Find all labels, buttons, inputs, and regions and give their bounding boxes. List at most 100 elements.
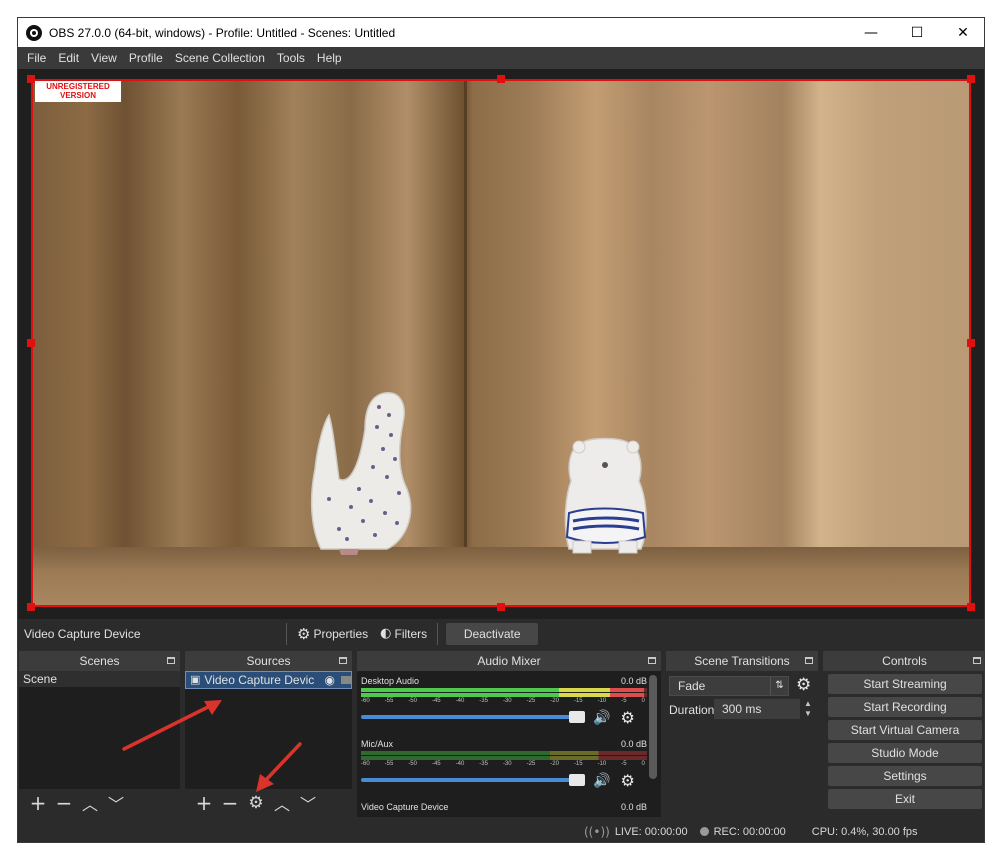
volume-slider-knob[interactable] [569,711,585,723]
undock-icon[interactable] [339,657,347,664]
controls-dock-title: Controls [823,651,984,671]
remove-scene-button[interactable]: − [51,791,77,815]
resize-handle-top[interactable] [497,75,505,83]
minimize-button[interactable]: — [848,18,894,47]
maximize-button[interactable]: ☐ [894,18,940,47]
gear-icon: ⚙ [297,624,311,643]
undock-icon[interactable] [973,657,981,664]
scene-item[interactable]: Scene [19,671,180,687]
transition-selected-value: Fade [678,679,706,693]
start-virtual-camera-button[interactable]: Start Virtual Camera [828,720,982,740]
settings-button[interactable]: Settings [828,766,982,786]
controls-body: Start Streaming Start Recording Start Vi… [823,671,984,817]
mixer-body: Desktop Audio 0.0 dB -60 -55 -50 -45 -40 -35-… [357,671,661,817]
add-scene-button[interactable]: + [25,791,51,815]
channel-name: Desktop Audio [361,676,420,686]
source-item[interactable]: ▣ Video Capture Devic ◉ [185,671,352,689]
volume-slider[interactable] [361,774,585,786]
controls-title: Controls [882,654,927,668]
tick-label: -55 [384,761,394,767]
eye-icon[interactable]: ◉ [325,672,335,688]
filters-icon: ◐ [380,626,392,641]
gear-icon[interactable]: ⚙ [620,771,634,790]
tick-label: -30 [502,698,512,704]
undock-icon[interactable] [167,657,175,664]
properties-label: Properties [313,626,369,641]
deactivate-button[interactable]: Deactivate [446,622,539,645]
transitions-dock-title: Scene Transitions [666,651,818,671]
start-recording-button[interactable]: Start Recording [828,697,982,717]
duration-input[interactable]: 300 ms [714,699,800,719]
menu-view[interactable]: View [85,47,123,69]
resize-handle-right[interactable] [967,339,975,347]
tick-label: -35 [479,698,488,704]
remove-source-button[interactable]: − [217,791,243,815]
tick-label: 0 [641,761,645,767]
video-capture-preview[interactable] [31,79,971,607]
meter-ticks: -60 -55 -50 -45 -40 -35 -30 -25 -20 -15 -10 -5 0 [361,761,647,769]
preview-area[interactable]: UNREGISTERED VERSION [18,69,984,619]
transitions-body: Fade ⇅ ⚙ Duration 300 ms ▲ ▼ [666,671,818,817]
resize-handle-top-right[interactable] [967,75,975,83]
resize-handle-left[interactable] [27,339,35,347]
sources-title: Sources [246,654,291,668]
chevron-updown-icon: ⇅ [770,677,788,695]
move-source-up-button[interactable]: ︿ [269,791,295,815]
tick-label: -5 [621,698,627,704]
move-scene-up-button[interactable]: ︿ [77,791,103,815]
mixer-scrollbar[interactable] [649,675,657,779]
move-source-down-button[interactable]: ﹀ [295,791,321,815]
menu-file[interactable]: File [21,47,52,69]
scenes-dock-title: Scenes [19,651,180,671]
speaker-icon[interactable]: 🔊 [593,709,610,726]
tick-label: -5 [621,761,627,767]
tick-label: -40 [455,698,465,704]
source-properties-gear-icon[interactable]: ⚙ [243,791,269,815]
tick-label: 0 [641,698,645,704]
undock-icon[interactable] [805,657,813,664]
lock-icon[interactable] [341,676,351,684]
tick-label: -40 [455,761,465,767]
scene-transitions-dock: Scene Transitions Fade ⇅ ⚙ Duration 300 … [666,651,818,817]
volume-slider-knob[interactable] [569,774,585,786]
undock-icon[interactable] [648,657,656,664]
gear-icon[interactable]: ⚙ [620,708,634,727]
filters-label: Filters [394,626,428,641]
resize-handle-top-left[interactable] [27,75,35,83]
properties-button[interactable]: ⚙ Properties [291,625,374,643]
scenes-toolbar: + − ︿ ﹀ [19,789,180,817]
move-scene-down-button[interactable]: ﹀ [103,791,129,815]
bear-figurine [564,437,647,554]
menu-tools[interactable]: Tools [271,47,311,69]
tick-label: -35 [479,761,488,767]
add-source-button[interactable]: + [191,791,217,815]
obs-window: OBS 27.0.0 (64-bit, windows) - Profile: … [17,17,985,843]
exit-button[interactable]: Exit [828,789,982,809]
resize-handle-bottom-left[interactable] [27,603,35,611]
menu-edit[interactable]: Edit [52,47,85,69]
title-bar: OBS 27.0.0 (64-bit, windows) - Profile: … [18,18,984,47]
volume-slider[interactable] [361,711,585,723]
mixer-dock-title: Audio Mixer [357,651,661,671]
close-button[interactable]: ✕ [940,18,984,47]
sources-list: ▣ Video Capture Devic ◉ [185,671,352,789]
menu-scene-collection[interactable]: Scene Collection [169,47,271,69]
selected-source-name: Video Capture Device [24,626,141,641]
live-time: LIVE: 00:00:00 [614,825,688,838]
sources-dock-title: Sources [185,651,352,671]
start-streaming-button[interactable]: Start Streaming [828,674,982,694]
speaker-icon[interactable]: 🔊 [593,772,610,789]
resize-handle-bottom-right[interactable] [967,603,975,611]
tick-label: -25 [526,761,536,767]
transition-select[interactable]: Fade ⇅ [669,676,789,696]
duration-label: Duration [669,703,715,717]
resize-handle-bottom[interactable] [497,603,505,611]
filters-button[interactable]: ◐ Filters [374,626,433,641]
duration-spinner[interactable]: ▲ ▼ [800,699,816,719]
transition-gear-icon[interactable]: ⚙ [796,675,811,695]
dinosaur-figurine [310,392,412,555]
studio-mode-button[interactable]: Studio Mode [828,743,982,763]
menu-profile[interactable]: Profile [123,47,169,69]
menu-help[interactable]: Help [311,47,348,69]
window-title: OBS 27.0.0 (64-bit, windows) - Profile: … [49,25,396,40]
